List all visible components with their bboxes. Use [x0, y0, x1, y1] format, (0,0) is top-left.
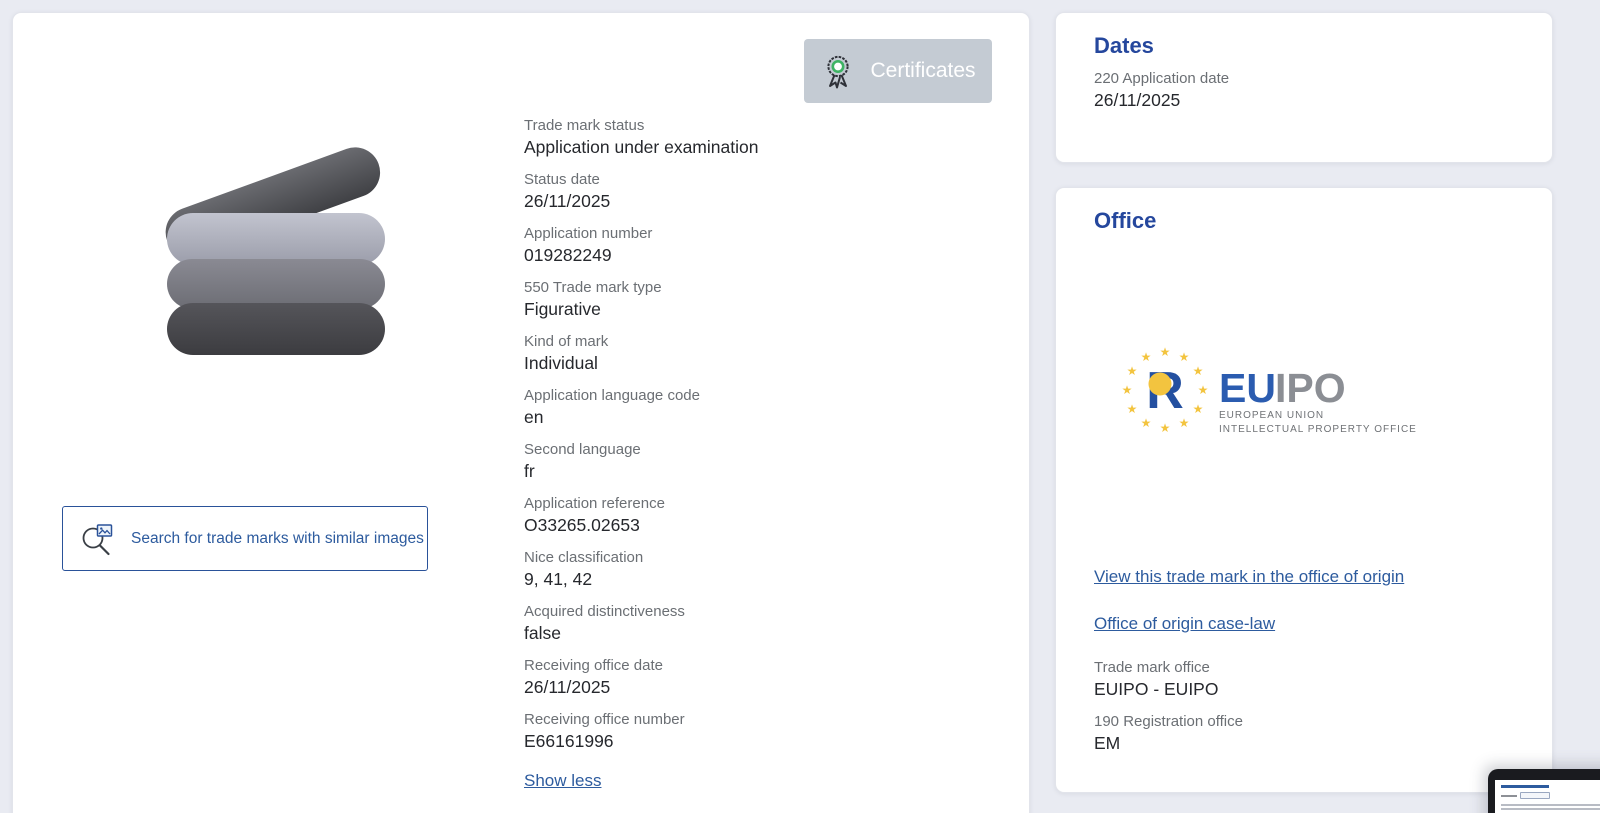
preview-text-line: [1501, 808, 1600, 810]
field-label: Acquired distinctiveness: [524, 603, 685, 620]
field-value: 019282249: [524, 245, 612, 265]
office-card-title: Office: [1094, 208, 1157, 233]
field-label: Receiving office date: [524, 657, 663, 674]
preview-text-line: [1501, 804, 1600, 806]
office-fields: Trade mark office EUIPO - EUIPO 190 Regi…: [1094, 658, 1243, 766]
ribbon-award-icon: [820, 53, 856, 89]
svg-text:EUROPEAN UNION: EUROPEAN UNION: [1219, 410, 1324, 421]
field-value: O33265.02653: [524, 515, 640, 535]
field-label: Second language: [524, 441, 641, 458]
svg-text:★: ★: [1127, 402, 1138, 416]
image-search-icon: [80, 521, 116, 557]
field-second-language: Second language fr: [524, 440, 994, 483]
svg-text:★: ★: [1198, 383, 1209, 397]
svg-text:★: ★: [1160, 421, 1171, 435]
field-receiving-office-date: Receiving office date 26/11/2025: [524, 656, 994, 699]
field-value: E66161996: [524, 731, 614, 751]
field-acquired-distinctiveness: Acquired distinctiveness false: [524, 602, 994, 645]
preview-title-bar: [1501, 785, 1549, 788]
field-value: 26/11/2025: [524, 677, 611, 697]
dates-card-title: Dates: [1094, 33, 1154, 58]
field-value: Application under examination: [524, 137, 759, 157]
field-trade-mark-type: 550 Trade mark type Figurative: [524, 278, 994, 321]
certificates-button-label: Certificates: [870, 59, 976, 82]
field-nice-classification: Nice classification 9, 41, 42: [524, 548, 994, 591]
field-label: Receiving office number: [524, 711, 685, 728]
preview-language-row: [1501, 792, 1600, 799]
field-trade-mark-office: Trade mark office EUIPO - EUIPO: [1094, 658, 1243, 701]
office-case-law-link[interactable]: Office of origin case-law: [1094, 613, 1275, 635]
field-application-date: 220 Application date 26/11/2025: [1094, 69, 1229, 112]
field-value: 9, 41, 42: [524, 569, 593, 589]
trademark-fields: Trade mark status Application under exam…: [524, 116, 994, 792]
field-label: 220 Application date: [1094, 70, 1230, 87]
field-value: 26/11/2025: [524, 191, 611, 211]
field-label: Nice classification: [524, 549, 644, 566]
field-receiving-office-number: Receiving office number E66161996: [524, 710, 994, 753]
field-value: Individual: [524, 353, 598, 373]
field-status-date: Status date 26/11/2025: [524, 170, 994, 213]
svg-text:★: ★: [1193, 402, 1204, 416]
field-label: Application reference: [524, 495, 665, 512]
field-label: Trade mark status: [524, 117, 645, 134]
svg-text:INTELLECTUAL PROPERTY OFFICE: INTELLECTUAL PROPERTY OFFICE: [1219, 424, 1417, 435]
svg-text:★: ★: [1122, 383, 1133, 397]
svg-text:★: ★: [1160, 346, 1171, 359]
preview-language-label: [1501, 794, 1517, 797]
preview-language-select: [1520, 792, 1550, 799]
euipo-logo: ★★★ ★★★ ★★★ ★★★ R EU IPO EUROPEAN UNION …: [1119, 345, 1429, 438]
field-kind-of-mark: Kind of mark Individual: [524, 332, 994, 375]
svg-text:IPO: IPO: [1275, 365, 1346, 411]
field-label: Application number: [524, 225, 653, 242]
field-label: Kind of mark: [524, 333, 609, 350]
field-value: EUIPO - EUIPO: [1094, 679, 1219, 699]
document-preview-page: [1495, 780, 1600, 813]
field-label: Status date: [524, 171, 600, 188]
document-preview-thumbnail[interactable]: [1488, 769, 1600, 813]
field-value: fr: [524, 461, 535, 481]
search-similar-images-label: Search for trade marks with similar imag…: [131, 529, 424, 547]
field-label: 190 Registration office: [1094, 713, 1243, 730]
show-less-link[interactable]: Show less: [524, 770, 601, 792]
field-application-number: Application number 019282249: [524, 224, 994, 267]
dates-card: Dates 220 Application date 26/11/2025: [1055, 12, 1553, 163]
office-card: Office ★★★ ★★★ ★★★ ★★★ R EU IPO EUROPEAN…: [1055, 187, 1553, 793]
certificates-button[interactable]: Certificates: [804, 39, 992, 103]
field-label: 550 Trade mark type: [524, 279, 662, 296]
field-value: EM: [1094, 733, 1121, 753]
field-application-language: Application language code en: [524, 386, 994, 429]
field-application-reference: Application reference O33265.02653: [524, 494, 994, 537]
field-label: Application language code: [524, 387, 700, 404]
field-registration-office: 190 Registration office EM: [1094, 712, 1243, 755]
field-trade-mark-status: Trade mark status Application under exam…: [524, 116, 994, 159]
field-value: en: [524, 407, 544, 427]
trademark-image[interactable]: [163, 129, 393, 359]
trademark-detail-card: Certificates Trade mark status Applicati…: [12, 12, 1030, 813]
office-of-origin-link[interactable]: View this trade mark in the office of or…: [1094, 566, 1404, 588]
field-value: Figurative: [524, 299, 601, 319]
field-value: 26/11/2025: [1094, 90, 1181, 110]
svg-text:★: ★: [1193, 364, 1204, 378]
svg-text:EU: EU: [1219, 365, 1276, 411]
field-label: Trade mark office: [1094, 659, 1210, 676]
search-similar-images-button[interactable]: Search for trade marks with similar imag…: [62, 506, 428, 571]
svg-text:★: ★: [1127, 364, 1138, 378]
field-value: false: [524, 623, 561, 643]
